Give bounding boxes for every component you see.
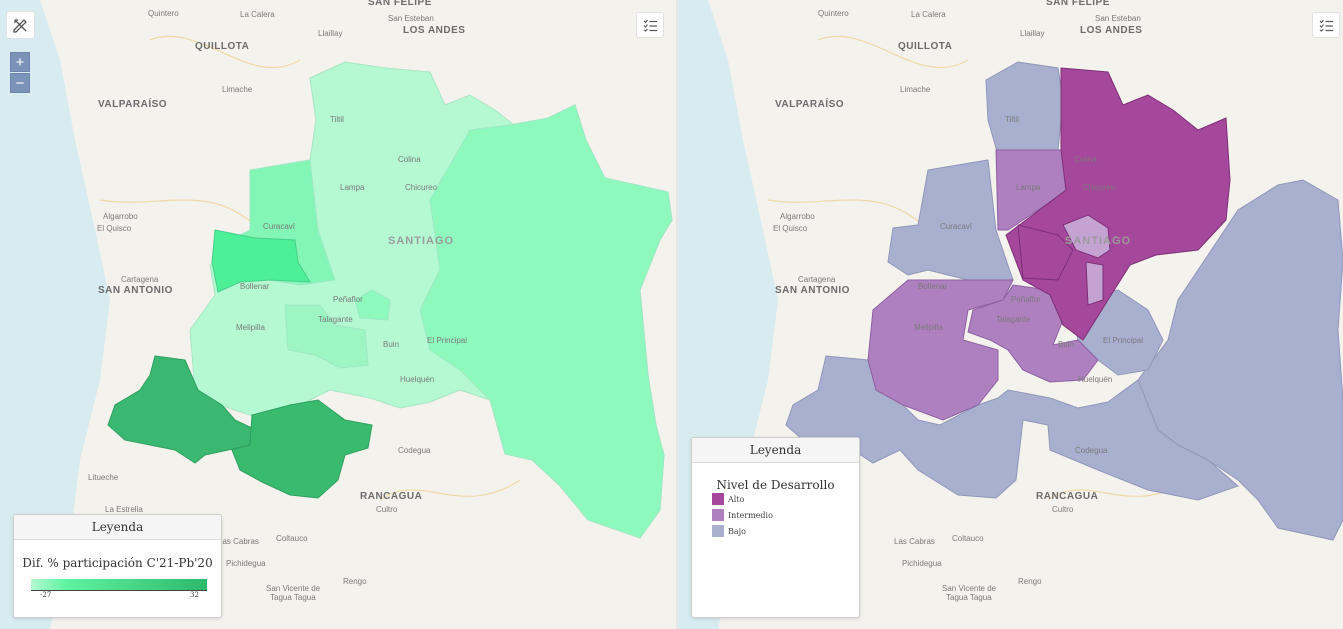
legend-item-alto: Alto: [712, 493, 744, 505]
left-legend-header: Leyenda: [14, 515, 221, 540]
left-map[interactable]: Quintero La Calera SAN FELIPE San Esteba…: [0, 0, 676, 629]
color-scale-bar: [31, 579, 207, 590]
right-legend-header: Leyenda: [692, 438, 859, 463]
checklist-icon: [1319, 19, 1333, 32]
legend-label-bajo: Bajo: [728, 526, 746, 536]
legend-item-intermedio: Intermedio: [712, 509, 773, 521]
draw-tool-button[interactable]: [6, 11, 35, 39]
layers-button[interactable]: [636, 12, 664, 38]
pencil-ruler-icon: [13, 18, 27, 33]
scale-max-label: 32: [190, 591, 199, 599]
swatch-bajo: [712, 525, 724, 537]
swatch-intermedio: [712, 509, 724, 521]
zoom-in-button[interactable]: +: [10, 52, 30, 72]
right-map[interactable]: Quintero La Calera SAN FELIPE San Esteba…: [678, 0, 1343, 629]
swatch-alto: [712, 493, 724, 505]
scale-min-label: -27: [40, 591, 52, 599]
left-legend-title: Dif. % participación C'21-Pb'20: [22, 556, 213, 570]
legend-label-alto: Alto: [728, 494, 745, 504]
zoom-out-button[interactable]: −: [10, 73, 30, 93]
legend-label-intermedio: Intermedio: [728, 510, 773, 520]
layers-button-right[interactable]: [1312, 12, 1340, 38]
scale-axis: [31, 590, 207, 591]
legend-item-bajo: Bajo: [712, 525, 746, 537]
right-legend: Leyenda Nivel de Desarrollo Alto Interme…: [691, 437, 860, 618]
checklist-icon: [643, 19, 657, 32]
left-legend: Leyenda Dif. % participación C'21-Pb'20 …: [13, 514, 222, 618]
right-legend-title: Nivel de Desarrollo: [716, 478, 835, 492]
